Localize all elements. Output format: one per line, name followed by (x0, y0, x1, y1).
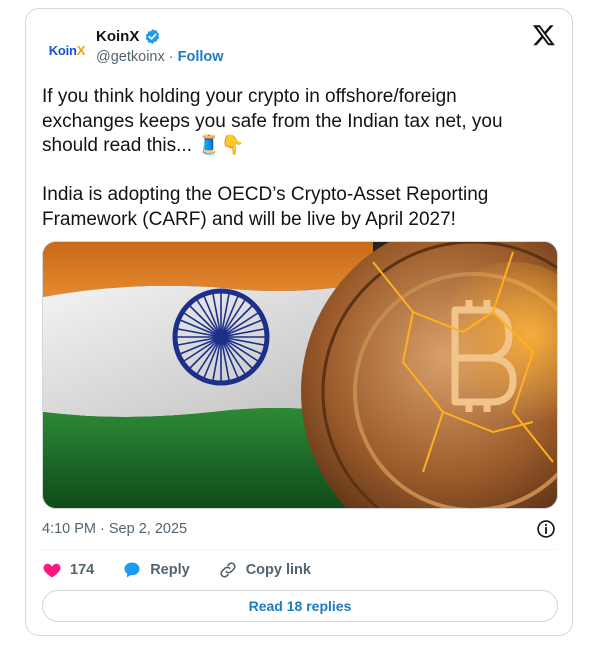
divider (42, 549, 556, 550)
link-icon (220, 562, 236, 578)
heart-icon (43, 563, 61, 578)
actions-bar: 174 Reply Copy link (42, 559, 339, 581)
comment-icon (124, 562, 140, 578)
x-logo-icon[interactable] (532, 23, 556, 47)
copy-link-button[interactable]: Copy link (218, 560, 311, 580)
follow-link[interactable]: Follow (178, 49, 224, 65)
india-flag-bitcoin-image (43, 242, 557, 508)
read-replies-button[interactable]: Read 18 replies (42, 590, 558, 622)
handle-row: @getkoinx · Follow (96, 49, 224, 65)
verified-badge-icon (146, 29, 160, 44)
reply-button[interactable]: Reply (122, 560, 190, 580)
author-name-row: KoinX (96, 28, 161, 45)
avatar-logo: KoinX (48, 42, 86, 58)
author-handle[interactable]: @getkoinx (96, 49, 165, 65)
copy-link-label: Copy link (245, 562, 311, 578)
info-icon[interactable] (536, 519, 556, 539)
reply-label: Reply (150, 562, 190, 578)
tweet-image[interactable] (42, 241, 558, 509)
separator-dot: · (164, 49, 178, 65)
tweet-timestamp[interactable]: 4:10 PM · Sep 2, 2025 (42, 521, 187, 537)
avatar[interactable]: KoinX (44, 27, 90, 73)
like-count: 174 (70, 562, 95, 578)
tweet-text: If you think holding your crypto in offs… (42, 86, 503, 230)
tweet-card: KoinX KoinX @getkoinx · Follow If you th… (25, 8, 573, 636)
author-name[interactable]: KoinX (96, 28, 139, 45)
like-button[interactable]: 174 (42, 560, 94, 580)
